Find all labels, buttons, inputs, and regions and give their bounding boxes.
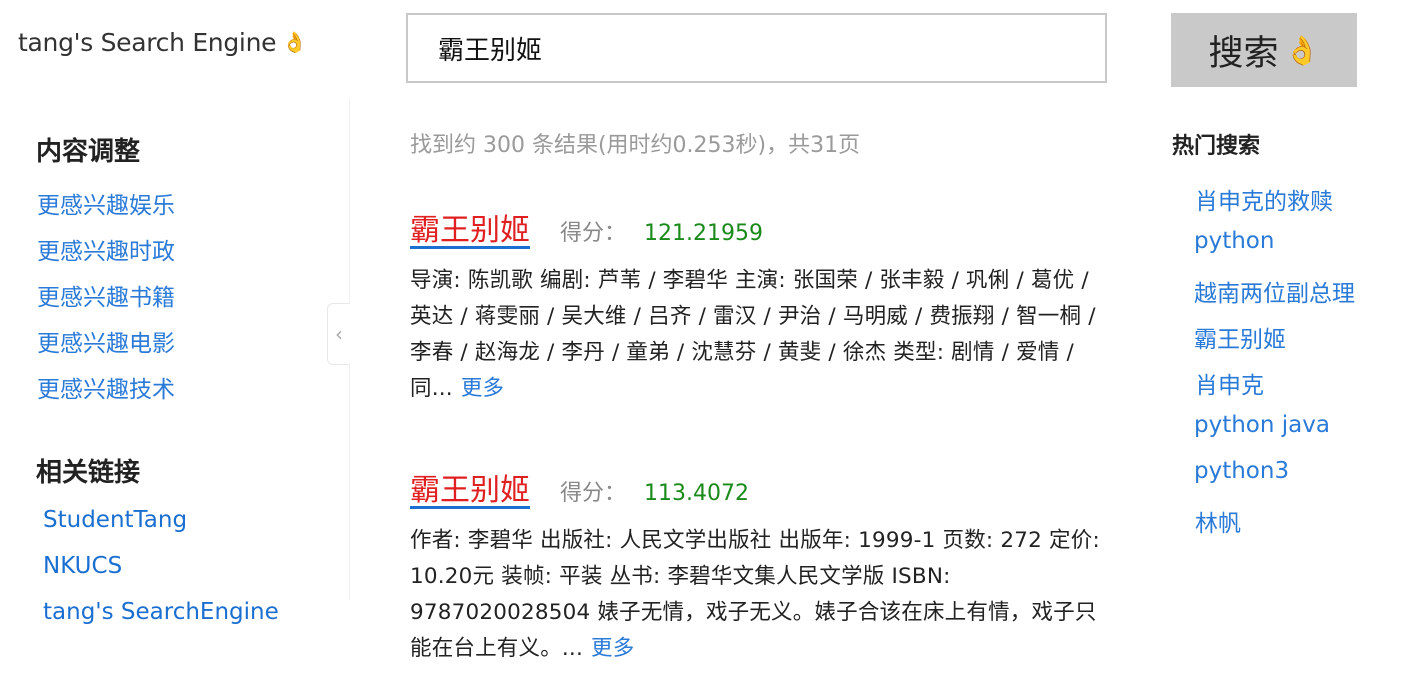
score-value: 121.21959 — [644, 221, 763, 246]
ok-hand-icon: 👌 — [282, 30, 307, 54]
hot-search-item[interactable]: 霸王别姬 — [1194, 320, 1286, 354]
ok-hand-icon: 👌 — [1284, 33, 1320, 67]
interest-politics-link[interactable]: 更感兴趣时政 — [37, 232, 175, 266]
hot-search-title: 热门搜索 — [1172, 133, 1261, 159]
score-value: 113.4072 — [644, 481, 749, 506]
content-adjust-title: 内容调整 — [36, 137, 141, 167]
search-input[interactable] — [406, 13, 1107, 83]
more-link[interactable]: 更多 — [461, 376, 504, 401]
hot-search-item[interactable]: 肖申克 — [1195, 366, 1264, 400]
collapse-sidebar-button[interactable]: ‹ — [327, 303, 350, 365]
related-link-nkucs[interactable]: NKUCS — [43, 553, 122, 579]
result-title-link[interactable]: 霸王别姬 — [410, 465, 530, 509]
hot-search-item[interactable]: python — [1194, 228, 1274, 254]
result-snippet: 作者: 李碧华 出版社: 人民文学出版社 出版年: 1999-1 页数: 272… — [410, 523, 1100, 667]
related-links-title: 相关链接 — [36, 458, 141, 488]
result-title-link[interactable]: 霸王别姬 — [410, 205, 530, 249]
interest-books-link[interactable]: 更感兴趣书籍 — [37, 278, 175, 312]
search-result: 霸王别姬 得分： 121.21959 导演: 陈凯歌 编剧: 芦苇 / 李碧华 … — [410, 205, 1100, 407]
related-link-studenttang[interactable]: StudentTang — [43, 507, 187, 533]
search-button-label: 搜索 — [1208, 33, 1279, 74]
score-label: 得分： — [560, 221, 627, 246]
hot-search-item[interactable]: 越南两位副总理 — [1194, 274, 1355, 308]
site-logo[interactable]: tang's Search Engine 👌 — [18, 28, 307, 57]
result-stats: 找到约 300 条结果(用时约0.253秒)，共31页 — [410, 133, 861, 158]
hot-search-item[interactable]: python3 — [1194, 458, 1289, 484]
snippet-text: 作者: 李碧华 出版社: 人民文学出版社 出版年: 1999-1 页数: 272… — [410, 528, 1100, 661]
interest-tech-link[interactable]: 更感兴趣技术 — [37, 370, 175, 404]
chevron-left-icon: ‹ — [335, 322, 343, 346]
interest-entertainment-link[interactable]: 更感兴趣娱乐 — [37, 186, 175, 220]
hot-search-item[interactable]: 肖申克的救赎 — [1195, 182, 1333, 216]
interest-movies-link[interactable]: 更感兴趣电影 — [37, 324, 175, 358]
score-label: 得分： — [560, 481, 627, 506]
result-header: 霸王别姬 得分： 121.21959 — [410, 205, 1100, 249]
hot-search-item[interactable]: python java — [1194, 412, 1330, 438]
result-snippet: 导演: 陈凯歌 编剧: 芦苇 / 李碧华 主演: 张国荣 / 张丰毅 / 巩俐 … — [410, 263, 1100, 407]
search-result: 霸王别姬 得分： 113.4072 作者: 李碧华 出版社: 人民文学出版社 出… — [410, 465, 1100, 667]
more-link[interactable]: 更多 — [591, 636, 634, 661]
logo-text: tang's Search Engine — [18, 28, 277, 57]
snippet-text: 导演: 陈凯歌 编剧: 芦苇 / 李碧华 主演: 张国荣 / 张丰毅 / 巩俐 … — [410, 268, 1096, 401]
search-button[interactable]: 搜索 👌 — [1171, 13, 1357, 87]
result-header: 霸王别姬 得分： 113.4072 — [410, 465, 1100, 509]
hot-search-item[interactable]: 林帆 — [1195, 504, 1241, 538]
related-link-searchengine[interactable]: tang's SearchEngine — [43, 599, 279, 625]
